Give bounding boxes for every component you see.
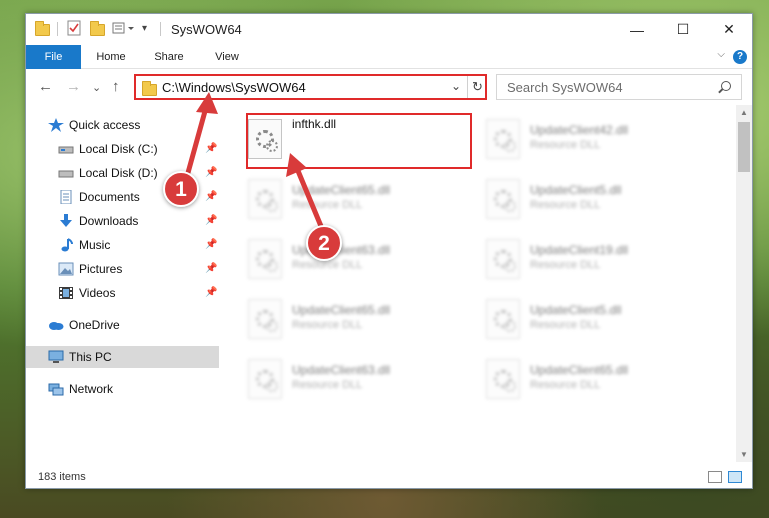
arrow-1-line <box>183 101 210 183</box>
annotation-arrows <box>183 92 326 234</box>
arrow-2-line <box>293 163 326 234</box>
callout-step-1: 1 <box>163 171 199 207</box>
callout-step-2: 2 <box>306 225 342 261</box>
arrow-1-head <box>196 92 218 114</box>
